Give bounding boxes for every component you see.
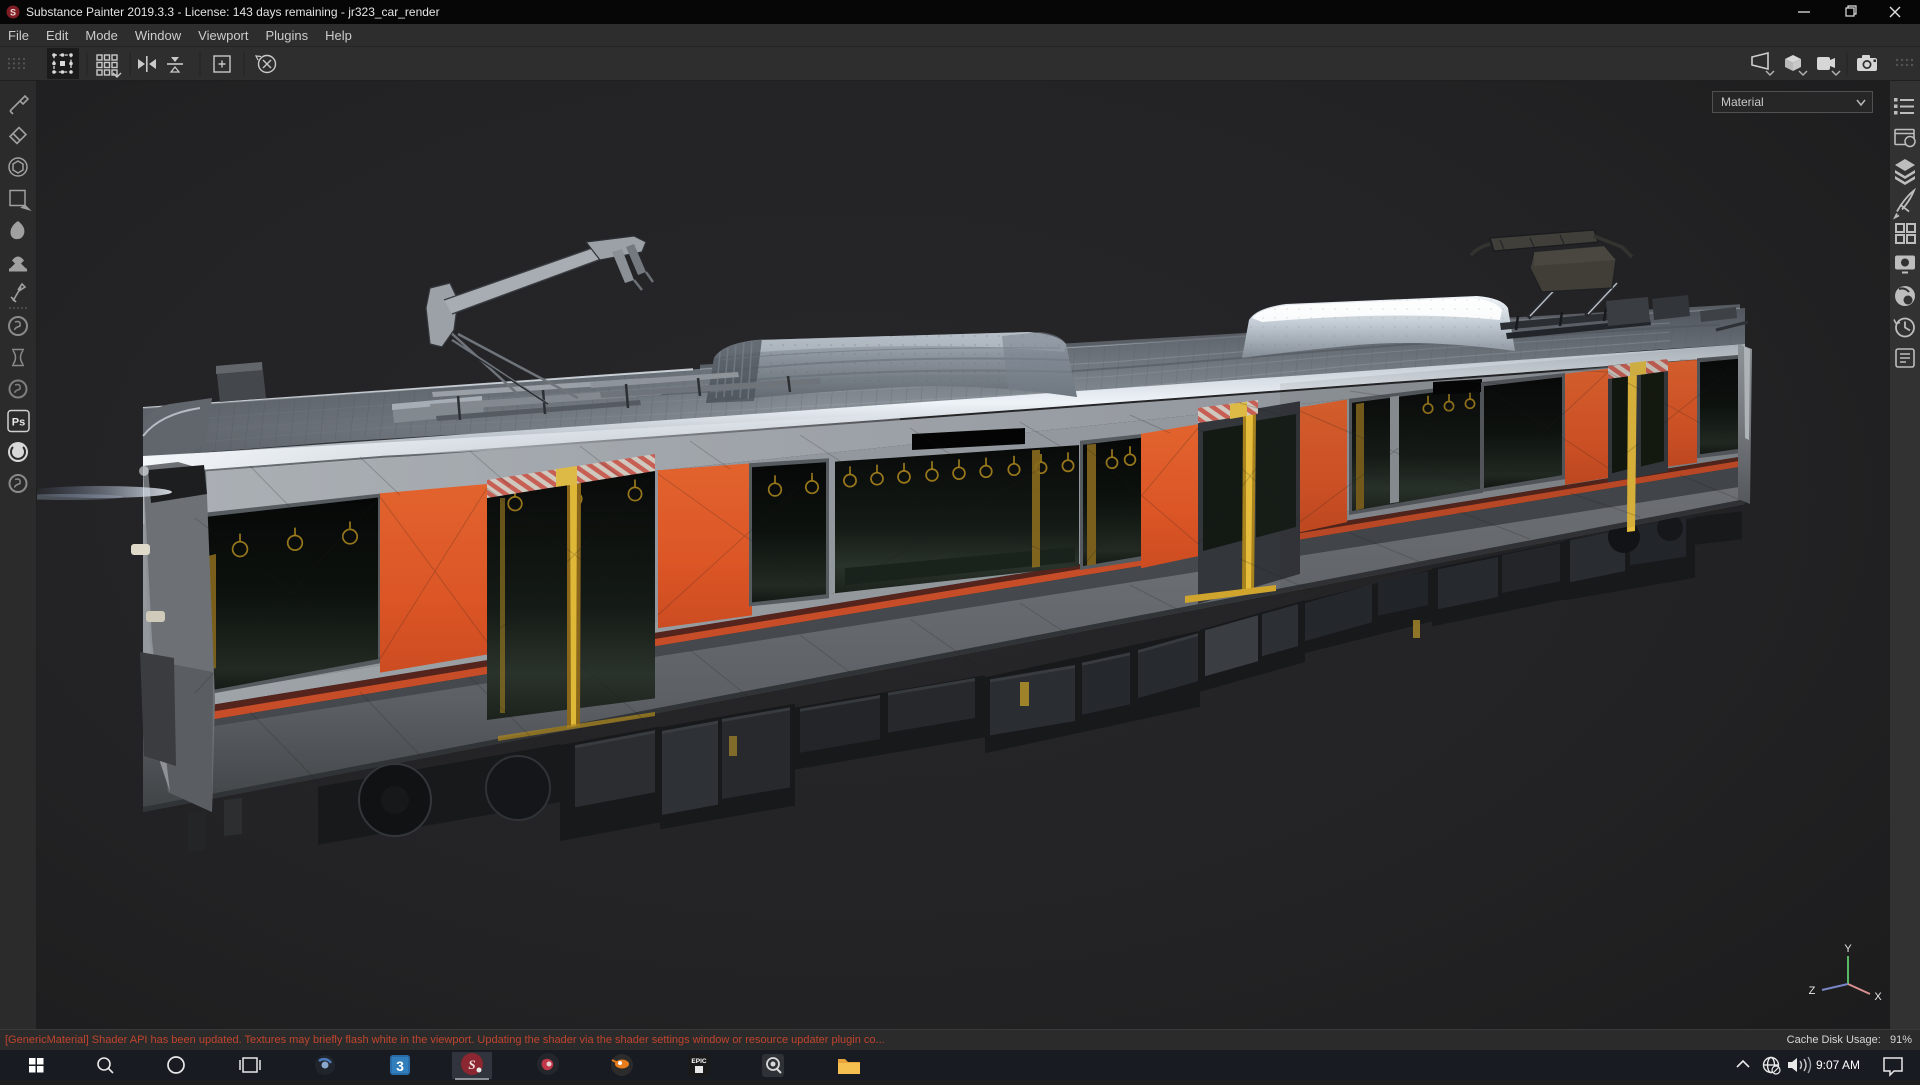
svg-text:X: X [1874, 991, 1882, 1003]
svg-text:Y: Y [1844, 943, 1852, 955]
svg-text:S: S [10, 8, 16, 18]
svg-text:S: S [468, 1057, 475, 1072]
svg-text:3: 3 [396, 1058, 404, 1074]
svg-text:Ps: Ps [12, 417, 25, 429]
svg-text:Z: Z [1809, 985, 1816, 997]
svg-text:EPIC: EPIC [691, 1058, 706, 1065]
